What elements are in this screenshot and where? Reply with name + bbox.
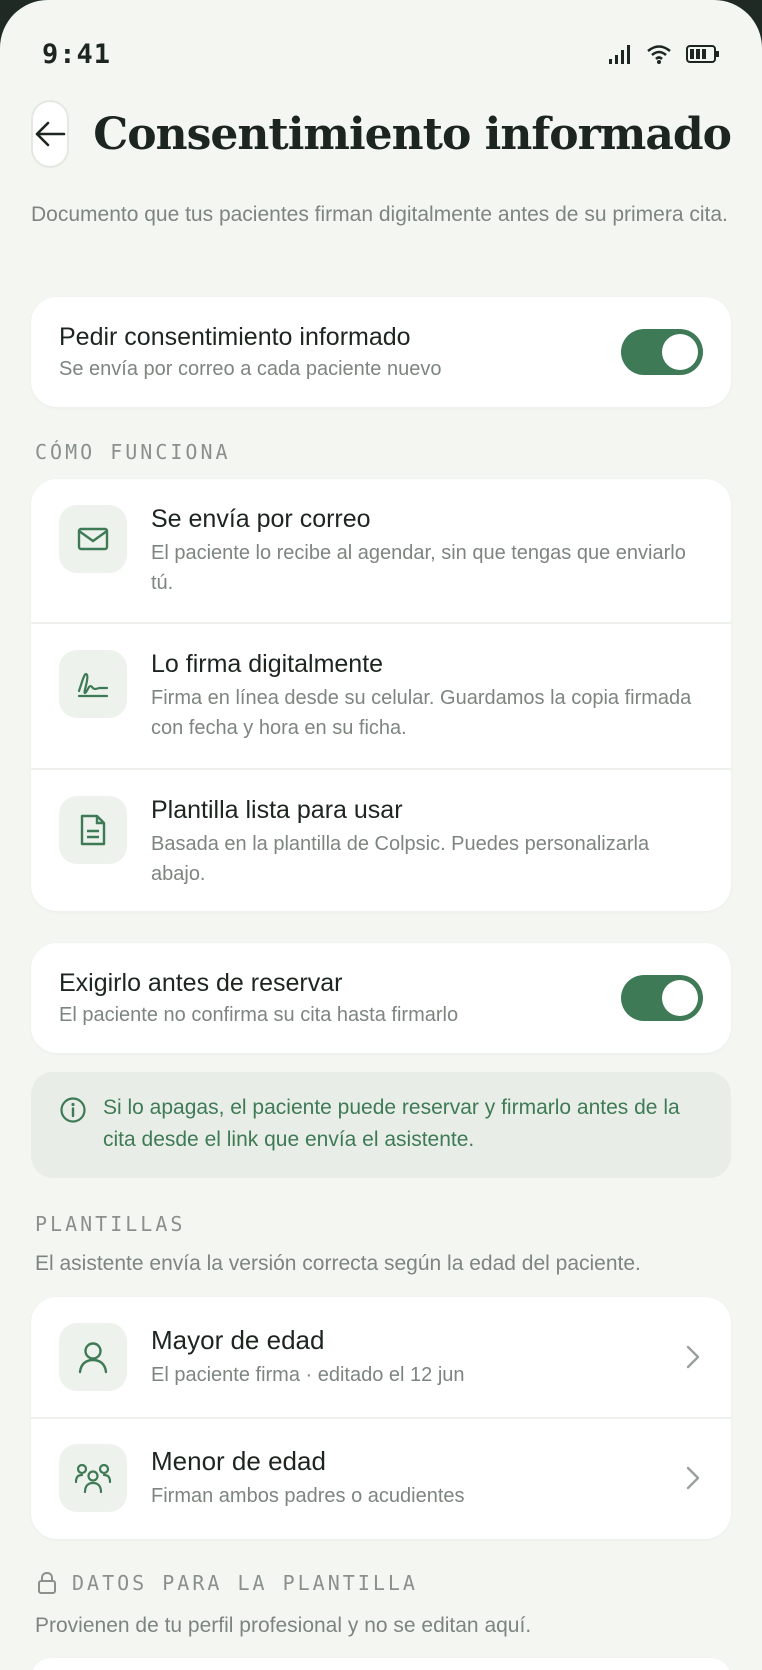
back-button[interactable]: [31, 100, 70, 168]
template-data-description: Provienen de tu perfil profesional y no …: [35, 1614, 532, 1637]
templates-card: Mayor de edad El paciente firma · editad…: [31, 1297, 731, 1539]
status-time: 9:41: [42, 38, 112, 70]
status-icons: [608, 43, 720, 65]
info-note: Si lo apagas, el paciente puede reservar…: [31, 1072, 731, 1178]
consent-toggle-card: Pedir consentimiento informado Se envía …: [31, 297, 731, 407]
page-description: Documento que tus pacientes firman digit…: [31, 203, 728, 226]
signature-icon: [59, 650, 127, 718]
require-toggle-subtitle: El paciente no confirma su cita hasta fi…: [59, 1004, 459, 1026]
template-data-header: DATOS PARA LA PLANTILLA: [36, 1571, 418, 1595]
page-title: Consentimiento informado: [93, 108, 732, 160]
how-item-email: Se envía por correo El paciente lo recib…: [31, 479, 731, 622]
document-icon: [59, 796, 127, 864]
chevron-right-icon: [686, 1345, 700, 1369]
screen: 9:41 Consentimiento informado Documento …: [0, 0, 762, 1670]
require-toggle-card: Exigirlo antes de reservar El paciente n…: [31, 943, 731, 1053]
template-row-adult[interactable]: Mayor de edad El paciente firma · editad…: [31, 1297, 731, 1417]
how-item-template: Plantilla lista para usar Basada en la p…: [31, 768, 731, 911]
arrow-left-icon: [35, 121, 66, 147]
how-item-title: Lo firma digitalmente: [151, 650, 384, 678]
consent-toggle-title: Pedir consentimiento informado: [59, 323, 411, 351]
toggle-knob: [662, 980, 698, 1016]
how-item-desc: Firma en línea desde su celular. Guardam…: [151, 687, 692, 739]
templates-description: El asistente envía la versión correcta s…: [35, 1252, 641, 1275]
signal-icon: [609, 45, 630, 64]
how-item-sign: Lo firma digitalmente Firma en línea des…: [31, 622, 731, 768]
how-item-desc: El paciente lo recibe al agendar, sin qu…: [151, 542, 686, 594]
battery-icon: [686, 45, 719, 63]
consent-toggle-switch[interactable]: [621, 329, 703, 375]
consent-toggle-subtitle: Se envía por correo a cada paciente nuev…: [59, 358, 442, 380]
status-bar: 9:41: [42, 36, 720, 72]
how-item-title: Plantilla lista para usar: [151, 796, 403, 824]
template-data-label: DATOS PARA LA PLANTILLA: [72, 1571, 418, 1595]
info-icon: [60, 1097, 86, 1123]
lock-icon: [38, 1571, 56, 1594]
templates-label: PLANTILLAS: [35, 1212, 186, 1236]
require-toggle-switch[interactable]: [621, 975, 703, 1021]
template-data-card: [31, 1658, 731, 1670]
require-toggle-title: Exigirlo antes de reservar: [59, 969, 343, 997]
how-item-title: Se envía por correo: [151, 505, 371, 533]
wifi-icon: [647, 45, 671, 64]
how-it-works-card: Se envía por correo El paciente lo recib…: [31, 479, 731, 911]
template-row-minor[interactable]: Menor de edad Firman ambos padres o acud…: [31, 1417, 731, 1537]
how-it-works-label: CÓMO FUNCIONA: [35, 440, 231, 464]
info-note-text: Si lo apagas, el paciente puede reservar…: [103, 1096, 680, 1151]
person-icon: [59, 1323, 127, 1391]
group-icon: [59, 1444, 127, 1512]
template-title: Mayor de edad: [151, 1324, 325, 1355]
chevron-right-icon: [686, 1466, 700, 1490]
header: Consentimiento informado: [31, 100, 732, 168]
template-subtitle: Firman ambos padres o acudientes: [151, 1484, 465, 1507]
mail-icon: [59, 505, 127, 573]
how-item-desc: Basada en la plantilla de Colpsic. Puede…: [151, 833, 650, 885]
toggle-knob: [662, 334, 698, 370]
template-subtitle: El paciente firma · editado el 12 jun: [151, 1363, 465, 1386]
template-title: Menor de edad: [151, 1445, 326, 1476]
